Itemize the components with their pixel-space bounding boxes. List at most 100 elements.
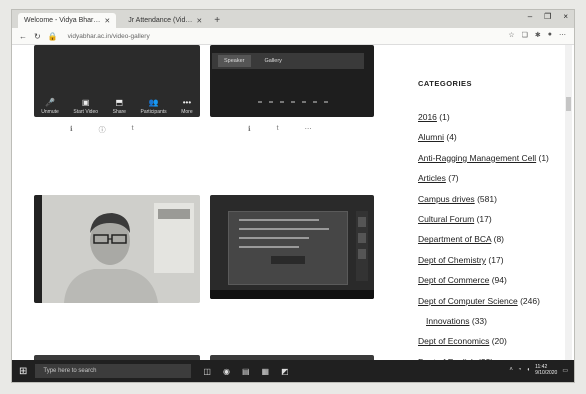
categories-widget: CATEGORIES 2016 (1) Alumni (4) Anti-Raggin…: [418, 79, 568, 360]
lock-icon: 🔒: [47, 31, 58, 41]
participants-control[interactable]: 👥 Participants: [141, 98, 167, 115]
category-item: Anti-Ragging Management Cell (1): [418, 153, 568, 173]
taskbar-clock[interactable]: 11:42 9/10/2020: [535, 364, 557, 376]
collections-icon[interactable]: ❏: [522, 31, 528, 39]
info-icon[interactable]: ℹ: [70, 125, 73, 135]
speaker-view-option[interactable]: Speaker: [218, 55, 251, 67]
close-icon[interactable]: ✕: [104, 17, 110, 25]
video-card-1[interactable]: 🎤 Unmute ▣ Start Video ⬒ Share 👥 Partici…: [34, 45, 200, 117]
plus-icon[interactable]: +: [214, 13, 220, 28]
category-count: (581): [477, 193, 497, 204]
category-count: (20): [491, 336, 507, 347]
network-icon[interactable]: ◔: [518, 367, 522, 373]
shared-slide-thumbnail: [228, 211, 348, 285]
category-item: Articles (7): [418, 173, 568, 193]
category-item: Department of BCA (8): [418, 234, 568, 254]
category-item: Dept of Economics (20): [418, 336, 568, 356]
thumbnail-toolbar: [210, 290, 374, 299]
edge-icon[interactable]: ◉: [223, 367, 230, 376]
page-scrollbar[interactable]: [565, 45, 572, 360]
date: 9/10/2020: [535, 370, 558, 376]
category-item: Cultural Forum (17): [418, 214, 568, 234]
mute-control[interactable]: 🎤 Unmute: [41, 98, 59, 115]
close-icon[interactable]: ✕: [196, 17, 202, 25]
category-link[interactable]: Dept of Commerce: [418, 275, 489, 285]
video-control[interactable]: ▣ Start Video: [73, 98, 98, 115]
category-link[interactable]: Alumni: [418, 132, 444, 142]
category-item: Alumni (4): [418, 132, 568, 152]
category-link[interactable]: Dept of Chemistry: [418, 255, 486, 265]
category-link[interactable]: Anti-Ragging Management Cell: [418, 153, 536, 163]
gallery-view-option[interactable]: Gallery: [265, 58, 282, 64]
category-item: Dept of Computer Science (246): [418, 296, 568, 316]
store-icon[interactable]: ▦: [262, 367, 270, 376]
info-icon[interactable]: ℹ: [248, 125, 251, 133]
address-bar-row: ← ↻ 🔒 vidyabhar.ac.in/video-gallery ☆ ❏ …: [12, 28, 574, 45]
video-card-4[interactable]: [210, 195, 374, 299]
browser-tab-strip: Welcome - Vidya Bhar… ✕ Jr Attendance (V…: [12, 10, 574, 28]
scrollbar-thumb[interactable]: [566, 97, 571, 111]
close-window-button[interactable]: ×: [563, 12, 568, 21]
category-item: Dept of Commerce (94): [418, 275, 568, 295]
taskbar-search-box[interactable]: Type here to search: [35, 364, 192, 378]
window-controls: – ❐ ×: [528, 12, 568, 21]
meeting-controls: 🎤 Unmute ▣ Start Video ⬒ Share 👥 Partici…: [34, 98, 200, 115]
browser-tab-1[interactable]: Welcome - Vidya Bhar… ✕: [18, 13, 117, 28]
category-link[interactable]: Articles: [418, 173, 446, 183]
more-control[interactable]: ••• More: [181, 98, 192, 115]
star-icon[interactable]: ☆: [508, 31, 514, 39]
desktop-screen: Welcome - Vidya Bhar… ✕ Jr Attendance (V…: [12, 10, 574, 382]
minimize-button[interactable]: –: [528, 12, 532, 21]
tab-label: Jr Attendance (Vid…: [128, 17, 193, 24]
category-count: (17): [476, 213, 492, 224]
webcam-thumbnail: [34, 195, 200, 303]
video-card-3[interactable]: [34, 195, 200, 303]
details-icon[interactable]: ⓘ: [99, 125, 106, 135]
video-card-2[interactable]: Speaker Gallery: [210, 45, 374, 117]
tag-icon[interactable]: t: [132, 125, 134, 135]
card-2-actions: ℹ t ⋯: [248, 125, 312, 133]
browser-tab-2[interactable]: Jr Attendance (Vid… ✕: [122, 13, 208, 28]
category-count: (33): [471, 315, 487, 326]
url-field[interactable]: vidyabhar.ac.in/video-gallery: [68, 33, 150, 40]
category-link[interactable]: 2016: [418, 112, 437, 122]
category-link[interactable]: Dept of Economics: [418, 336, 489, 346]
category-link[interactable]: Dept of Computer Science: [418, 296, 518, 306]
category-link[interactable]: Campus drives: [418, 194, 475, 204]
control-label: Share: [112, 109, 126, 115]
category-item: Innovations (33): [418, 316, 568, 336]
participants-icon: 👥: [148, 98, 159, 107]
more-icon[interactable]: ⋯: [305, 125, 312, 133]
volume-icon[interactable]: ◖: [526, 367, 530, 373]
extensions-icon[interactable]: ✱: [535, 31, 541, 39]
category-item: Campus drives (581): [418, 194, 568, 214]
app-icon[interactable]: ◩: [281, 367, 289, 376]
refresh-icon[interactable]: ↻: [34, 32, 41, 41]
view-mode-popup: Speaker Gallery: [212, 53, 364, 69]
category-link[interactable]: Innovations: [426, 316, 469, 326]
chevron-up-icon[interactable]: ˄: [509, 367, 513, 373]
windows-start-icon[interactable]: ⊞: [19, 366, 27, 377]
control-label: More: [181, 109, 193, 115]
tag-icon[interactable]: t: [277, 125, 279, 133]
category-link[interactable]: Department of BCA: [418, 234, 491, 244]
page-content: 🎤 Unmute ▣ Start Video ⬒ Share 👥 Partici…: [12, 45, 574, 360]
category-count: (17): [488, 254, 504, 265]
control-label: Start Video: [73, 109, 99, 115]
thumbnail-sidebar: [356, 211, 368, 281]
profile-icon[interactable]: ●: [548, 31, 552, 39]
back-icon[interactable]: ←: [19, 32, 27, 41]
task-view-icon[interactable]: ◫: [203, 367, 211, 376]
carousel-dots[interactable]: [258, 101, 328, 103]
category-item: 2016 (1): [418, 112, 568, 132]
windows-taskbar: ⊞ Type here to search ◫ ◉ ▤ ▦ ◩ ˄ ◔ ◖ 11…: [12, 360, 574, 382]
control-label: Participants: [140, 109, 167, 115]
menu-icon[interactable]: ⋯: [559, 31, 566, 39]
category-count: (1): [538, 152, 549, 163]
notification-icon[interactable]: ▭: [562, 367, 568, 374]
files-icon[interactable]: ▤: [242, 367, 250, 376]
maximize-button[interactable]: ❐: [544, 12, 551, 21]
browser-toolbar-icons: ☆ ❏ ✱ ● ⋯: [508, 31, 566, 39]
category-link[interactable]: Cultural Forum: [418, 214, 474, 224]
share-control[interactable]: ⬒ Share: [113, 98, 126, 115]
